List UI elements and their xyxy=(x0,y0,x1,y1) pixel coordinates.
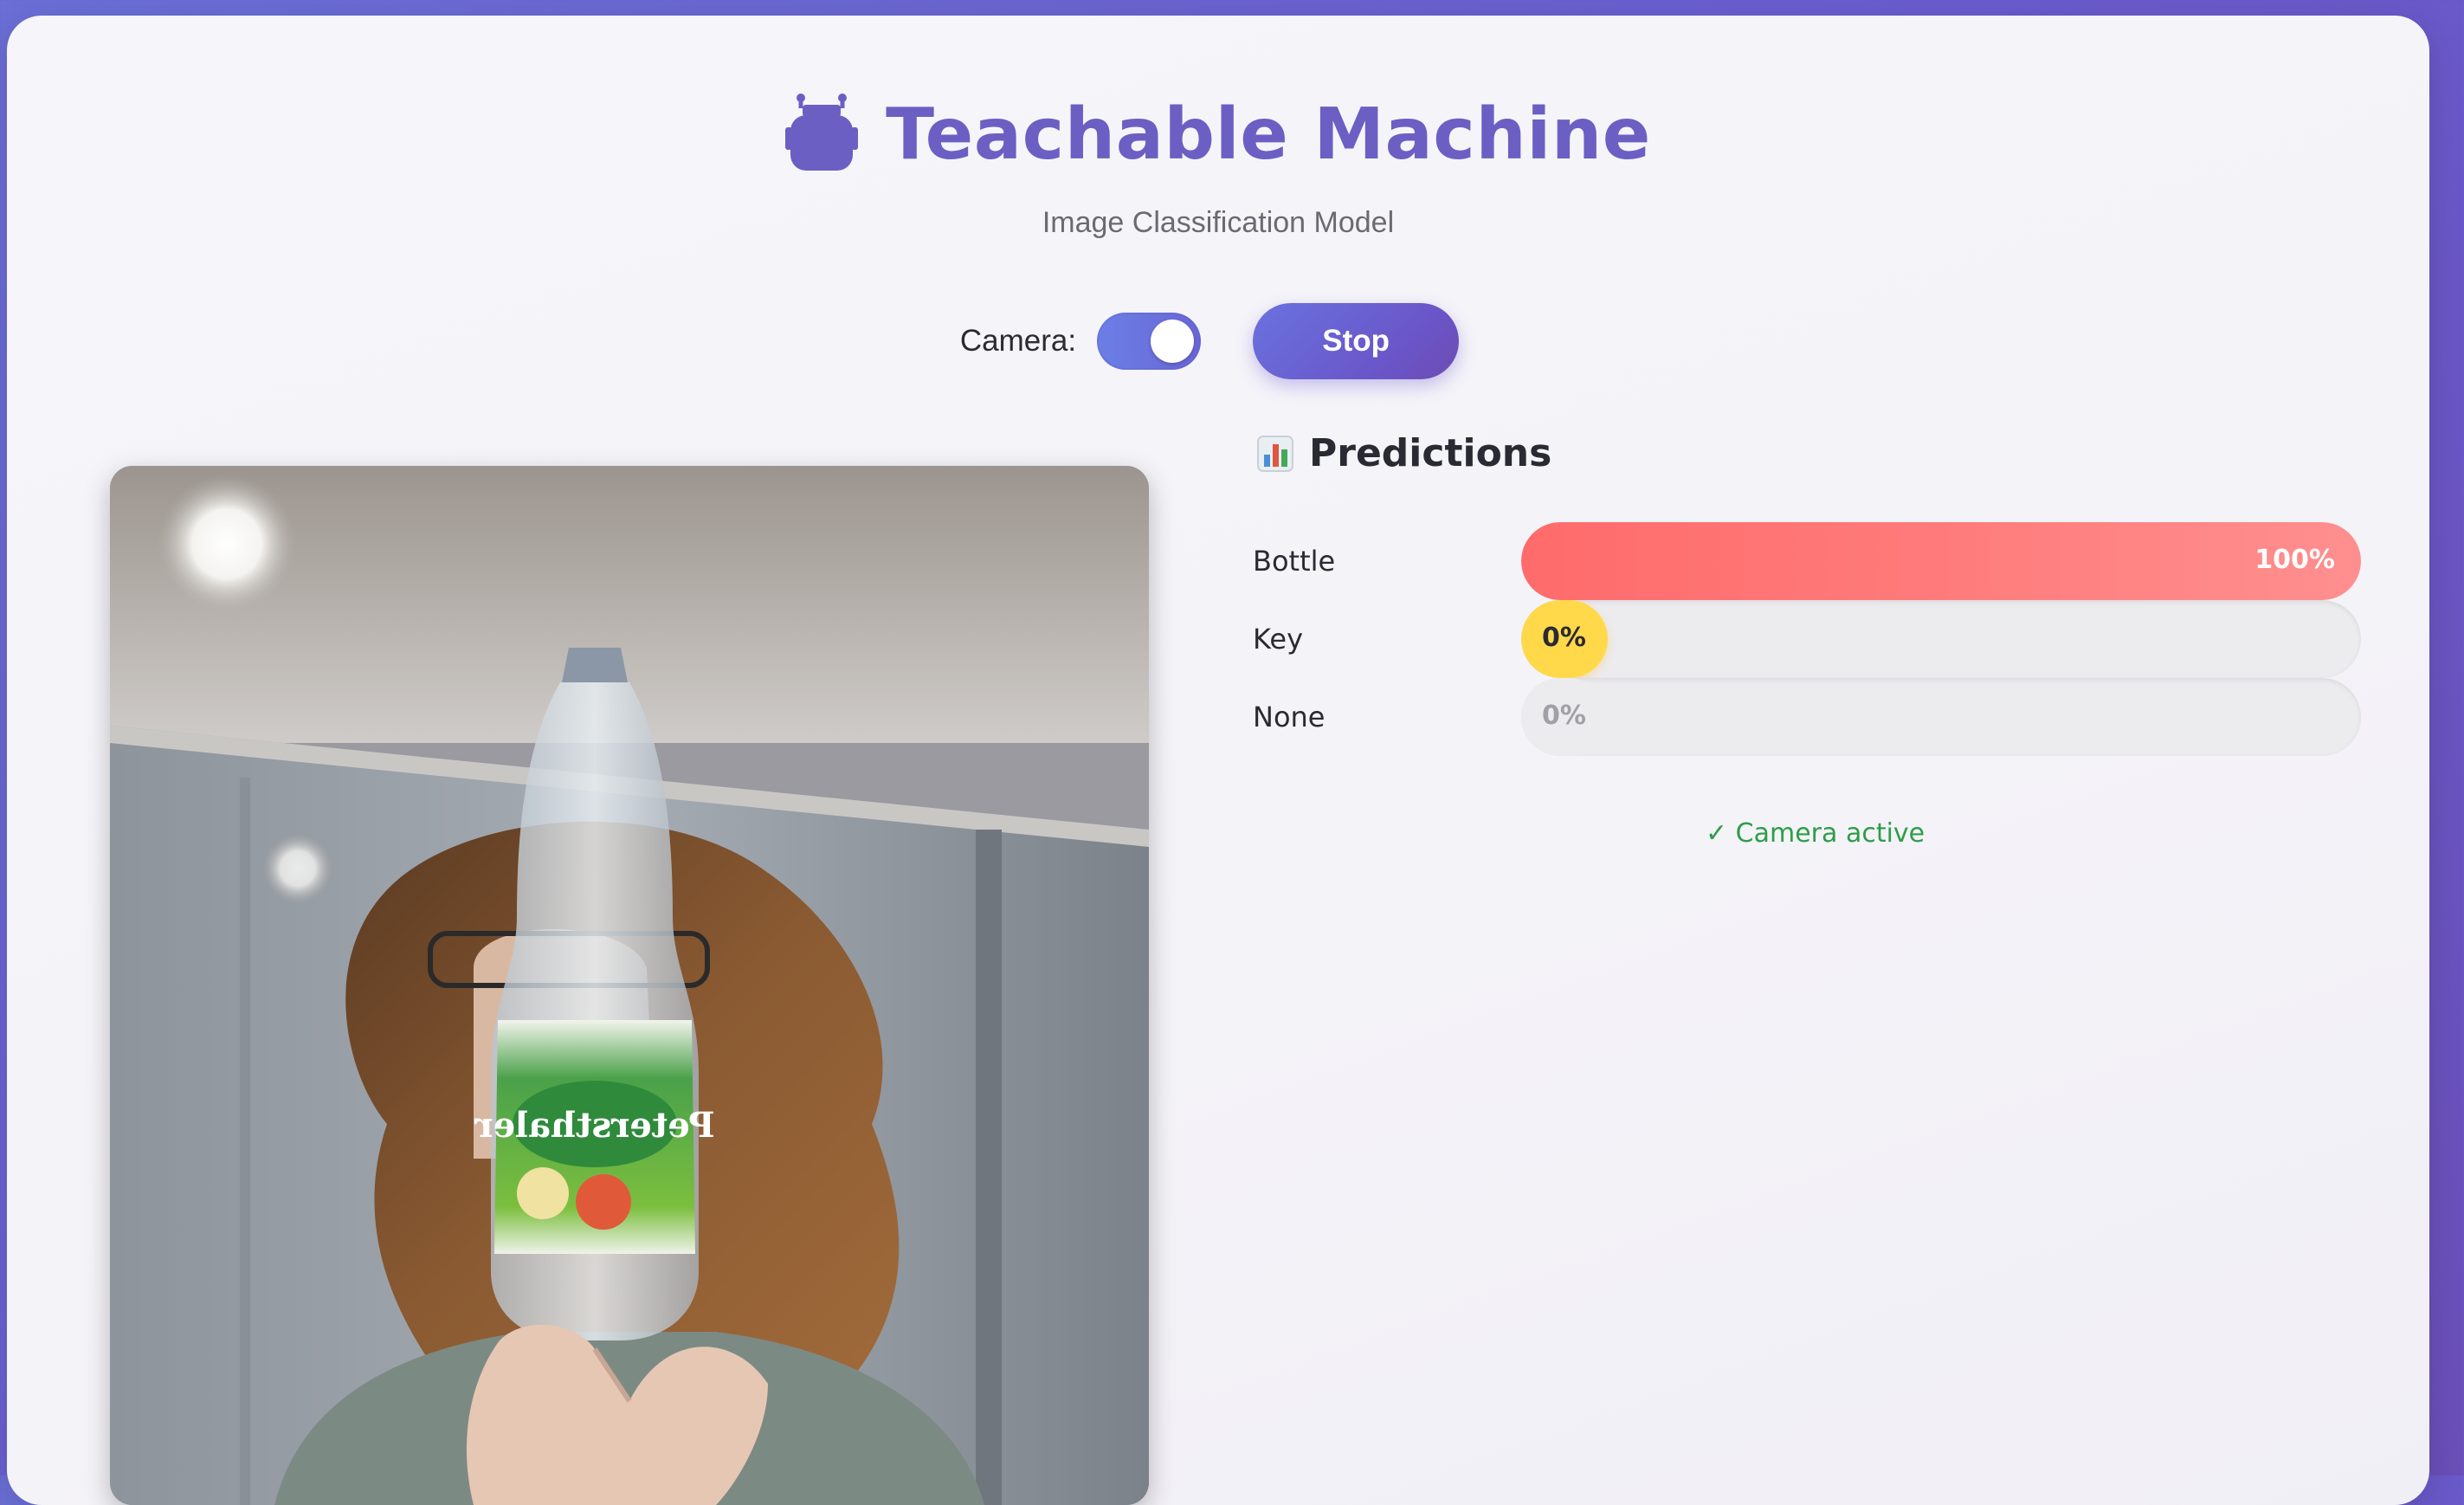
prediction-label: Key xyxy=(1253,623,1304,656)
camera-toggle[interactable] xyxy=(1097,313,1202,370)
toggle-knob xyxy=(1151,320,1195,363)
title-row: Teachable Machine xyxy=(0,78,2436,191)
prediction-row: None 0% xyxy=(1253,678,2361,756)
prediction-row: Bottle 100% xyxy=(1253,522,2361,600)
prediction-percent: 100% xyxy=(2254,545,2335,575)
prediction-label: None xyxy=(1253,701,1326,733)
svg-text:Petersthaler: Petersthaler xyxy=(474,1105,714,1146)
webcam-image: Petersthaler xyxy=(110,466,1149,1505)
page-subtitle: Image Classification Model xyxy=(1042,206,1395,239)
prediction-bar-track: 100% xyxy=(1521,522,2361,600)
predictions-heading: Predictions xyxy=(1257,431,1551,475)
prediction-bar-track: 0% xyxy=(1521,600,2361,678)
webcam-feed: Petersthaler xyxy=(110,466,1149,1505)
header: Teachable Machine Image Classification M… xyxy=(0,78,2436,240)
prediction-row: Key 0% xyxy=(1253,600,2361,678)
prediction-label: Bottle xyxy=(1253,545,1336,578)
camera-status: ✓ Camera active xyxy=(1706,818,1925,849)
page-title: Teachable Machine xyxy=(886,93,1651,176)
robot-icon xyxy=(785,94,859,171)
camera-label: Camera: xyxy=(959,324,1077,358)
bar-chart-icon xyxy=(1257,435,1293,472)
predictions-title: Predictions xyxy=(1309,431,1552,475)
prediction-percent: 0% xyxy=(1542,623,1586,653)
prediction-bar-fill xyxy=(1521,522,2361,600)
prediction-percent: 0% xyxy=(1542,701,1586,731)
stop-button[interactable]: Stop xyxy=(1253,303,1460,379)
prediction-bar-track: 0% xyxy=(1521,678,2361,756)
controls-bar: Camera: Stop xyxy=(0,303,2436,379)
